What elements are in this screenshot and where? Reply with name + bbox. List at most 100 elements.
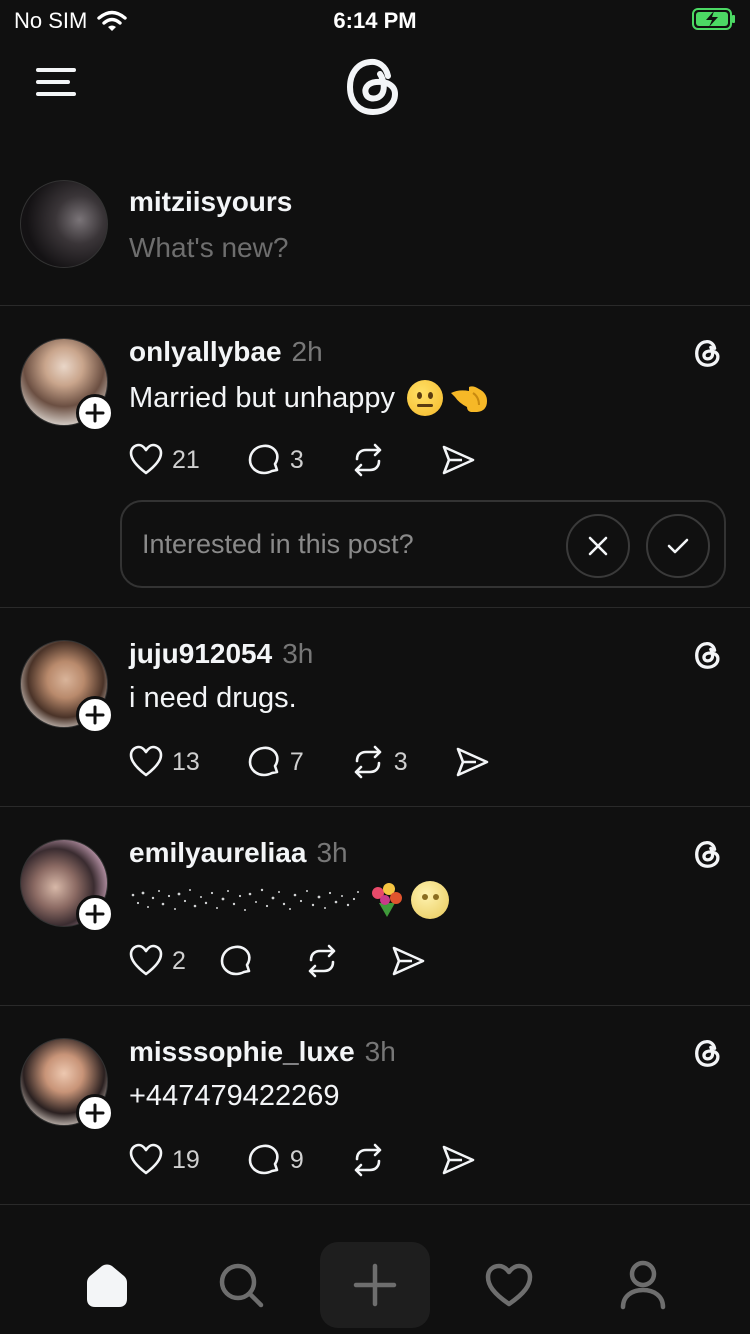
plus-icon	[85, 1103, 105, 1123]
post-username[interactable]: onlyallybae	[129, 336, 282, 368]
repost-icon	[354, 1143, 382, 1177]
tab-home[interactable]	[52, 1242, 162, 1328]
interest-prompt: Interested in this post?	[120, 500, 726, 588]
share-button[interactable]	[440, 1142, 476, 1178]
reply-button[interactable]: 9	[246, 1142, 304, 1178]
post-text: +447479422269	[129, 1080, 339, 1113]
avatar[interactable]	[20, 180, 108, 268]
avatar[interactable]	[20, 338, 114, 432]
tab-activity[interactable]	[454, 1242, 564, 1328]
reply-button[interactable]	[218, 943, 262, 979]
heart-icon	[129, 745, 163, 777]
menu-icon[interactable]	[36, 68, 76, 98]
repost-icon	[354, 443, 382, 477]
post-header: onlyallybae 2h	[129, 336, 323, 368]
home-icon	[87, 1264, 127, 1307]
like-button[interactable]: 21	[128, 442, 200, 478]
heart-icon	[129, 1143, 163, 1175]
threads-logo-icon[interactable]	[692, 638, 724, 672]
threads-logo-icon[interactable]	[692, 1036, 724, 1070]
not-interested-button[interactable]	[566, 514, 630, 578]
profile-icon	[620, 1260, 666, 1310]
post[interactable]: emilyaureliaa 3h 2	[0, 807, 750, 1006]
heart-icon	[129, 944, 163, 976]
repost-icon	[354, 745, 382, 779]
tab-compose[interactable]	[320, 1242, 430, 1328]
repost-button[interactable]	[350, 442, 394, 478]
plus-icon	[85, 705, 105, 725]
like-button[interactable]: 2	[128, 943, 186, 979]
threads-logo-icon[interactable]	[340, 52, 408, 120]
post-actions: 19 9	[128, 1140, 522, 1180]
post-header: misssophie_luxe 3h	[129, 1036, 396, 1068]
activity-icon	[485, 1263, 533, 1307]
follow-plus-button[interactable]	[76, 394, 114, 432]
repost-count: 3	[393, 747, 408, 776]
bouquet-emoji-icon	[372, 883, 402, 917]
repost-icon	[308, 944, 336, 978]
search-icon	[219, 1263, 264, 1308]
threads-logo-icon[interactable]	[692, 837, 724, 871]
reply-button[interactable]: 7	[246, 744, 304, 780]
repost-button[interactable]: 3	[350, 744, 408, 780]
post-actions: 13 7 3	[128, 742, 536, 782]
moon-face-emoji-icon	[411, 881, 449, 919]
post-text: Married but unhappy	[129, 380, 489, 416]
hidden-text-noise	[131, 888, 359, 911]
compose-icon	[353, 1263, 397, 1307]
post-time: 3h	[316, 837, 348, 868]
share-button[interactable]	[454, 744, 490, 780]
reply-count: 9	[289, 1145, 304, 1174]
post-time: 3h	[282, 638, 314, 669]
follow-plus-button[interactable]	[76, 1094, 114, 1132]
reply-count: 3	[289, 445, 304, 474]
reply-icon	[248, 746, 279, 777]
avatar[interactable]	[20, 640, 114, 734]
pointing-hand-emoji-icon	[451, 386, 487, 412]
follow-plus-button[interactable]	[76, 895, 114, 933]
post-text: i need drugs.	[129, 682, 297, 715]
post[interactable]: juju912054 3h i need drugs. 13 7 3	[0, 608, 750, 807]
tab-search[interactable]	[186, 1242, 296, 1328]
post-username[interactable]: emilyaureliaa	[129, 837, 306, 869]
status-bar: No SIM 6:14 PM	[0, 0, 750, 42]
like-count: 2	[172, 946, 186, 975]
like-button[interactable]: 19	[128, 1142, 200, 1178]
post-username[interactable]: juju912054	[129, 638, 272, 670]
post[interactable]: misssophie_luxe 3h +447479422269 19 9	[0, 1006, 750, 1205]
share-button[interactable]	[440, 442, 476, 478]
post[interactable]: onlyallybae 2h Married but unhappy 21 3 …	[0, 306, 750, 608]
share-icon	[442, 445, 475, 475]
battery-charging-icon	[692, 8, 735, 30]
composer-placeholder[interactable]: What's new?	[129, 232, 288, 264]
status-time: 6:14 PM	[333, 8, 417, 33]
like-count: 19	[172, 1145, 200, 1174]
close-icon	[588, 536, 608, 556]
composer[interactable]: mitziisyours What's new?	[0, 160, 750, 306]
heart-icon	[129, 443, 163, 475]
repost-button[interactable]	[304, 943, 348, 979]
post-header: emilyaureliaa 3h	[129, 837, 348, 869]
interested-button[interactable]	[646, 514, 710, 578]
repost-button[interactable]	[350, 1142, 394, 1178]
post-time: 2h	[291, 336, 323, 367]
share-icon	[392, 946, 425, 976]
tab-profile[interactable]	[588, 1242, 698, 1328]
share-button[interactable]	[390, 943, 426, 979]
reply-icon	[220, 945, 251, 976]
avatar[interactable]	[20, 1038, 114, 1132]
threads-logo-icon[interactable]	[692, 336, 724, 370]
plus-icon	[85, 904, 105, 924]
post-actions: 21 3	[128, 440, 522, 480]
reply-button[interactable]: 3	[246, 442, 304, 478]
like-button[interactable]: 13	[128, 744, 200, 780]
avatar[interactable]	[20, 839, 114, 933]
check-icon	[667, 538, 689, 554]
reply-count: 7	[289, 747, 304, 776]
post-text-content[interactable]: +447479422269	[129, 1080, 339, 1113]
follow-plus-button[interactable]	[76, 696, 114, 734]
bottom-tab-bar	[0, 1236, 750, 1334]
neutral-face-emoji-icon	[407, 380, 443, 416]
post-text-content: i need drugs.	[129, 682, 297, 714]
post-username[interactable]: misssophie_luxe	[129, 1036, 355, 1068]
